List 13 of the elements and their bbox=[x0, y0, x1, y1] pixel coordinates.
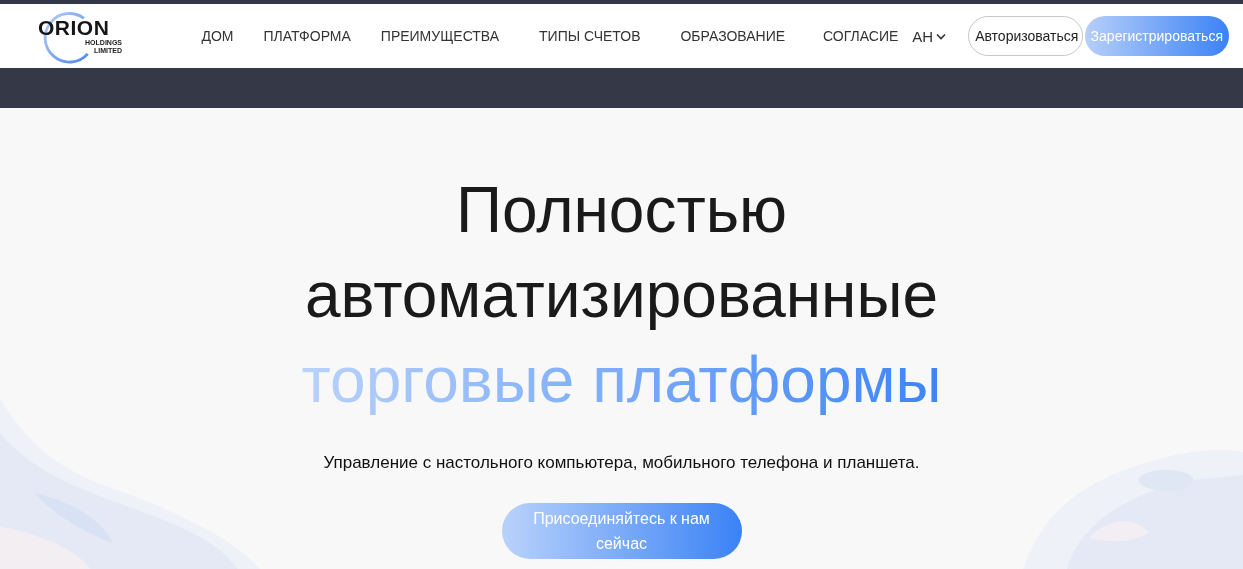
chevron-down-icon bbox=[936, 32, 947, 40]
nav-link[interactable]: ТИПЫ СЧЕТОВ bbox=[539, 28, 641, 44]
hero-title: Полностью bbox=[455, 173, 788, 248]
nav-link[interactable]: ПРЕИМУЩЕСТВА bbox=[380, 28, 500, 44]
login-button[interactable]: Авторизоваться bbox=[968, 16, 1083, 56]
nav-link[interactable]: СОГЛАСИЕ bbox=[823, 28, 899, 44]
language-selector[interactable]: АН bbox=[912, 27, 947, 45]
logo-text: ORION bbox=[38, 17, 111, 39]
nav-link[interactable]: ДОМ bbox=[201, 28, 234, 44]
hero-subtitle: Управление с настольного компьютера, мобильного телефона и планшета. bbox=[323, 453, 920, 473]
nav-link[interactable]: ОБРАЗОВАНИЕ bbox=[680, 28, 786, 44]
nav-link[interactable]: ПЛАТФОРМА bbox=[263, 28, 351, 44]
hero-title: автоматизированные bbox=[304, 258, 939, 333]
